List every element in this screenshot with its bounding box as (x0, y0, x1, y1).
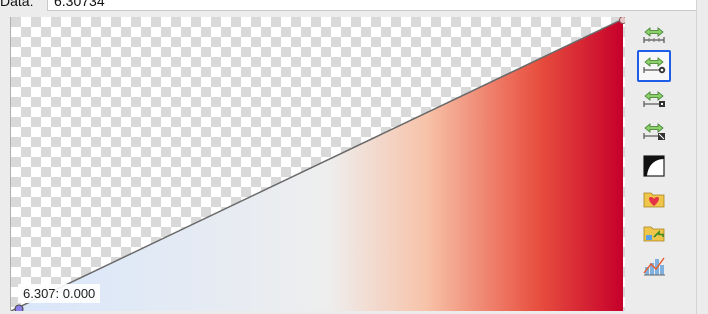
invert-opacity-icon (643, 155, 665, 177)
compute-histogram-button[interactable] (637, 250, 671, 282)
invert-transfer-function-button[interactable] (637, 150, 671, 182)
save-to-favorites-button[interactable] (637, 182, 671, 214)
scale-range-icon (643, 27, 665, 43)
data-row: Data: 6.30734 (0, 0, 708, 12)
favorite-preset-icon (643, 192, 665, 208)
point-value-readout: 6.307: 0.000 (18, 284, 101, 303)
control-point-min[interactable] (14, 304, 24, 311)
show-histogram-icon (643, 257, 665, 276)
opacity-editor-svg[interactable] (11, 17, 625, 311)
rescale-to-selection-button[interactable] (637, 116, 671, 148)
rescale-to-custom-range-button[interactable] (637, 20, 671, 52)
rescale-to-data-range-button[interactable] (637, 50, 671, 82)
rescale-to-visible-range-button[interactable] (637, 84, 671, 116)
panel-edge-divider (696, 0, 697, 314)
scale-range-to-visible-icon (643, 91, 665, 107)
data-label: Data: (0, 0, 34, 9)
transfer-function-canvas[interactable] (10, 17, 625, 311)
scale-range-to-selection-icon (643, 123, 665, 140)
data-value-field[interactable]: 6.30734 (47, 0, 697, 11)
control-point-max[interactable] (619, 17, 626, 24)
choose-preset-button[interactable] (637, 216, 671, 248)
preset-folder-icon (643, 226, 665, 242)
scale-range-to-data-icon (643, 57, 666, 74)
